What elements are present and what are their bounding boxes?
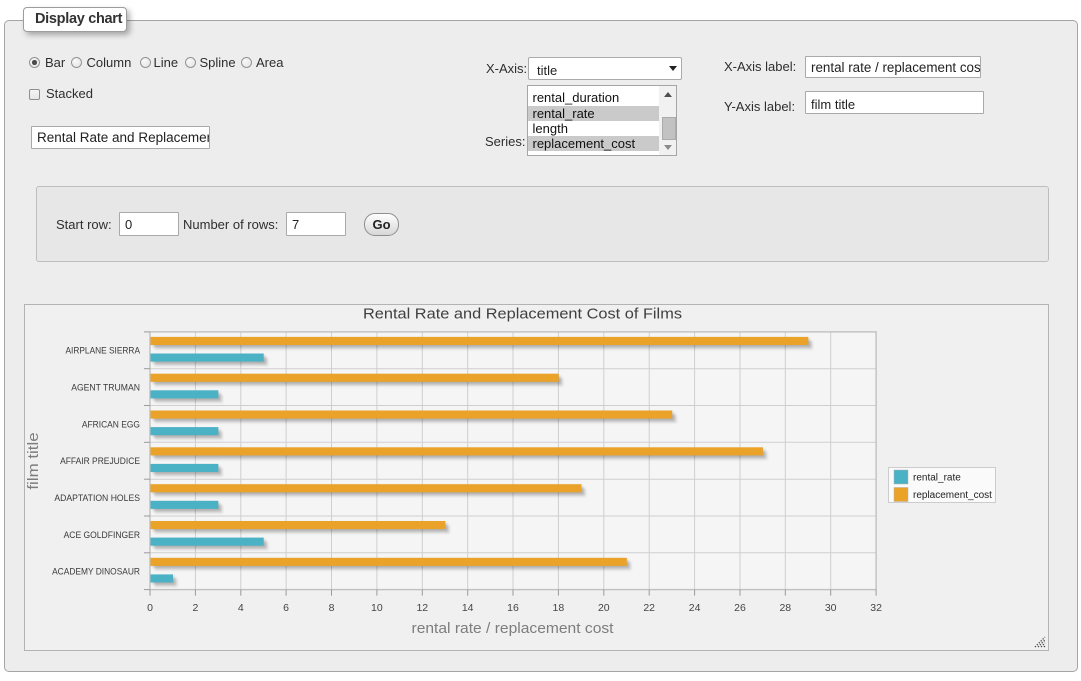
svg-text:replacement_cost: replacement_cost xyxy=(913,490,992,501)
svg-text:16: 16 xyxy=(507,602,519,614)
svg-text:ACE GOLDFINGER: ACE GOLDFINGER xyxy=(64,530,140,541)
svg-text:24: 24 xyxy=(689,602,701,614)
svg-text:20: 20 xyxy=(598,602,610,614)
svg-text:AIRPLANE SIERRA: AIRPLANE SIERRA xyxy=(66,346,141,357)
svg-text:12: 12 xyxy=(416,602,428,614)
svg-text:22: 22 xyxy=(643,602,655,614)
svg-text:26: 26 xyxy=(734,602,746,614)
svg-text:rental rate / replacement cost: rental rate / replacement cost xyxy=(412,620,615,637)
svg-text:2: 2 xyxy=(192,602,198,614)
svg-text:ADAPTATION HOLES: ADAPTATION HOLES xyxy=(54,493,140,504)
svg-text:film title: film title xyxy=(25,432,42,489)
svg-text:4: 4 xyxy=(238,602,244,614)
svg-text:18: 18 xyxy=(553,602,565,614)
svg-text:6: 6 xyxy=(283,602,289,614)
svg-text:28: 28 xyxy=(779,602,791,614)
svg-text:14: 14 xyxy=(462,602,474,614)
svg-text:ACADEMY DINOSAUR: ACADEMY DINOSAUR xyxy=(52,567,140,578)
svg-text:Rental Rate and Replacement Co: Rental Rate and Replacement Cost of Film… xyxy=(363,306,682,323)
svg-text:30: 30 xyxy=(825,602,837,614)
svg-text:10: 10 xyxy=(371,602,383,614)
svg-text:AGENT TRUMAN: AGENT TRUMAN xyxy=(71,383,140,394)
svg-text:rental_rate: rental_rate xyxy=(913,473,961,484)
svg-text:32: 32 xyxy=(870,602,882,614)
svg-text:8: 8 xyxy=(329,602,335,614)
svg-text:AFRICAN EGG: AFRICAN EGG xyxy=(82,419,140,430)
svg-text:0: 0 xyxy=(147,602,153,614)
svg-text:AFFAIR PREJUDICE: AFFAIR PREJUDICE xyxy=(60,456,140,467)
